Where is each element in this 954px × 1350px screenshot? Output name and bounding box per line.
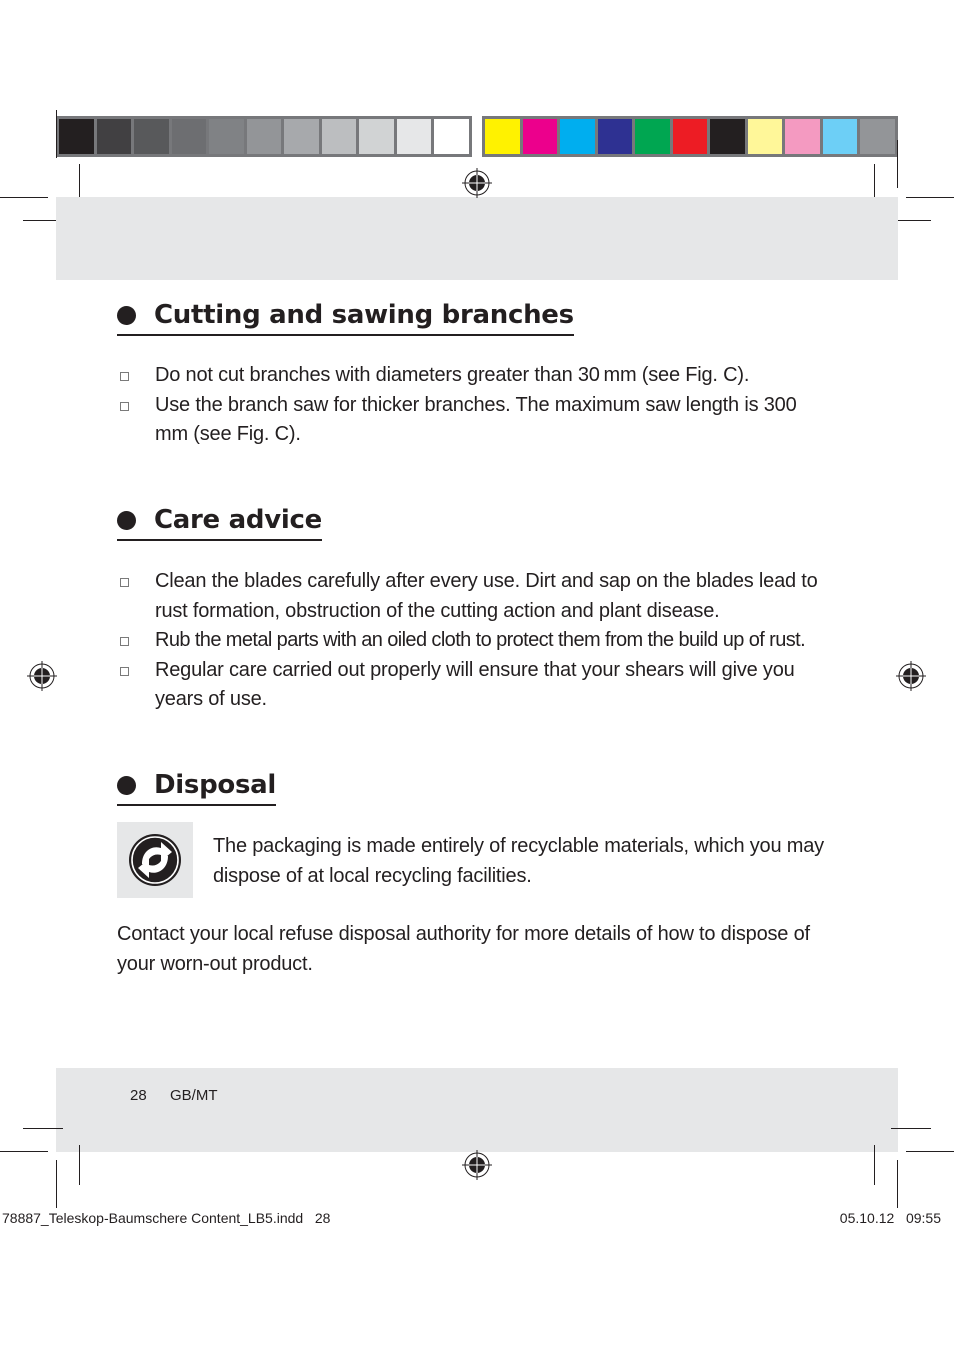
slug-datetime: 05.10.12 09:55 (839, 1210, 941, 1226)
color-swatch (321, 119, 357, 154)
crop-mark (0, 1151, 48, 1152)
color-swatch (485, 119, 520, 154)
color-swatch (597, 119, 633, 154)
crop-mark (79, 1145, 80, 1185)
registration-mark-icon (462, 168, 492, 198)
crop-mark (891, 1128, 931, 1129)
packaging-text: The packaging is made entirely of recycl… (213, 835, 824, 887)
crop-mark (897, 1160, 898, 1208)
bullet-dot-icon (117, 775, 136, 795)
contact-text: Contact your local refuse disposal autho… (117, 923, 810, 975)
checkbox-square-icon (120, 578, 129, 587)
color-swatch (635, 119, 670, 154)
crop-mark (906, 1151, 954, 1152)
color-swatch (359, 119, 394, 154)
registration-mark-icon (896, 661, 926, 691)
list-item: Clean the blades carefully after every u… (117, 567, 847, 626)
care-list: Clean the blades carefully after every u… (117, 567, 847, 715)
section-heading-cutting: Cutting and sawing branches (117, 298, 574, 336)
green-dot-recycling-icon (129, 834, 181, 886)
locale-label: GB/MT (170, 1087, 218, 1104)
section-heading-disposal: Disposal (117, 768, 276, 806)
color-swatch (96, 119, 132, 154)
registration-mark-icon (27, 661, 57, 691)
color-swatch (747, 119, 783, 154)
color-swatch (134, 119, 169, 154)
crop-mark (874, 1145, 875, 1185)
grayscale-color-bar (56, 116, 472, 157)
section-title: Disposal (154, 770, 276, 800)
page-number: 28 (130, 1087, 147, 1104)
checkbox-square-icon (120, 637, 129, 646)
list-item: Rub the metal parts with an oiled cloth … (117, 626, 847, 656)
registration-mark-icon (462, 1150, 492, 1180)
crop-mark (56, 1160, 57, 1208)
bullet-dot-icon (117, 305, 136, 325)
color-swatch (59, 119, 94, 154)
process-color-bar (482, 116, 898, 157)
color-swatch (672, 119, 708, 154)
color-swatch (522, 119, 558, 154)
color-swatch (171, 119, 207, 154)
color-swatch (560, 119, 595, 154)
crop-mark (56, 110, 57, 158)
crop-mark (897, 140, 898, 188)
header-band (56, 197, 898, 280)
recycle-symbol-box (117, 822, 193, 898)
slug-filename: 78887_Teleskop-Baumschere Content_LB5.in… (2, 1210, 331, 1226)
color-swatch (822, 119, 858, 154)
checkbox-square-icon (120, 666, 129, 676)
crop-mark (906, 197, 954, 198)
section-title: Cutting and sawing branches (154, 300, 574, 330)
color-swatch (246, 119, 282, 154)
crop-mark (0, 197, 48, 198)
list-item: Use the branch saw for thicker branches.… (117, 391, 820, 450)
footer-band (56, 1068, 898, 1152)
checkbox-square-icon (120, 372, 129, 381)
section-title: Care advice (154, 505, 322, 535)
section-heading-care: Care advice (117, 503, 322, 541)
list-item: Do not cut branches with diameters great… (117, 361, 857, 391)
crop-mark (23, 1128, 63, 1129)
checkbox-square-icon (120, 401, 129, 411)
color-swatch (396, 119, 432, 154)
list-item: Regular care carried out properly will e… (117, 656, 847, 715)
color-swatch (785, 119, 820, 154)
cutting-list: Do not cut branches with diameters great… (117, 361, 857, 450)
color-swatch (710, 119, 745, 154)
color-swatch (434, 119, 470, 154)
bullet-dot-icon (117, 510, 136, 530)
color-swatch (860, 119, 896, 154)
color-swatch (209, 119, 244, 154)
color-swatch (284, 119, 319, 154)
